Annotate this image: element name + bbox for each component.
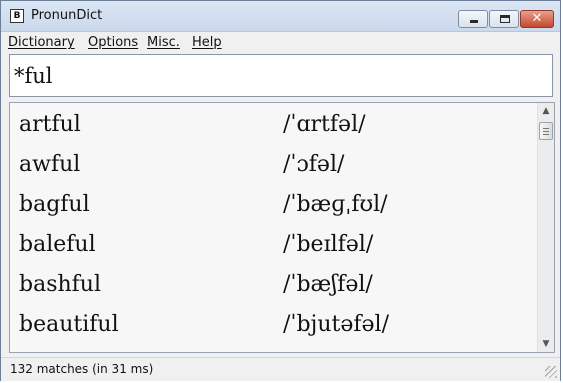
list-item[interactable]: awful /ˈɔfəl/ bbox=[10, 147, 536, 187]
menu-misc[interactable]: Misc. bbox=[147, 35, 180, 50]
scrollbar-thumb[interactable] bbox=[539, 122, 553, 140]
app-icon[interactable]: B bbox=[10, 9, 24, 23]
grip-line bbox=[543, 131, 549, 132]
pronunciation-text: /ˈbeɪlfəl/ bbox=[283, 232, 374, 257]
pronunciation-text: /ˈɑrtfəl/ bbox=[283, 112, 366, 137]
close-button[interactable]: ✕ bbox=[520, 10, 554, 28]
status-text: 132 matches (in 31 ms) bbox=[10, 362, 154, 376]
menu-bar: Dictionary Options Misc. Help bbox=[1, 32, 560, 52]
grip-line bbox=[543, 134, 549, 135]
resize-grip-icon[interactable] bbox=[545, 366, 557, 378]
word-text: bagful bbox=[19, 192, 90, 217]
pronunciation-text: /ˈbjutəfəl/ bbox=[283, 312, 390, 337]
maximize-icon bbox=[500, 15, 510, 23]
word-text: bashful bbox=[19, 272, 102, 297]
word-text: awful bbox=[19, 152, 81, 177]
close-icon: ✕ bbox=[531, 11, 543, 26]
main-window: B PronunDict ✕ Dictionary Options Misc. … bbox=[0, 0, 561, 381]
list-item[interactable]: artful /ˈɑrtfəl/ bbox=[10, 107, 536, 147]
maximize-button[interactable] bbox=[489, 10, 519, 28]
window-title: PronunDict bbox=[31, 8, 103, 23]
word-text: beautiful bbox=[19, 312, 119, 337]
pronunciation-text: /ˈɔfəl/ bbox=[283, 152, 345, 177]
minimize-icon bbox=[470, 20, 478, 23]
search-box bbox=[9, 54, 553, 97]
grip-line bbox=[543, 128, 549, 129]
scroll-up-arrow-icon[interactable]: ▲ bbox=[538, 103, 554, 119]
title-bar[interactable]: B PronunDict ✕ bbox=[1, 1, 560, 32]
search-input[interactable] bbox=[14, 59, 548, 92]
list-item[interactable]: baleful /ˈbeɪlfəl/ bbox=[10, 227, 536, 267]
pronunciation-text: /ˈbæʃfəl/ bbox=[283, 272, 373, 297]
status-bar: 132 matches (in 31 ms) bbox=[1, 357, 560, 381]
vertical-scrollbar[interactable]: ▲ ▼ bbox=[537, 103, 554, 352]
menu-options[interactable]: Options bbox=[88, 35, 138, 50]
list-item[interactable]: bagful /ˈbæɡˌfʊl/ bbox=[10, 187, 536, 227]
menu-help[interactable]: Help bbox=[192, 35, 222, 50]
minimize-button[interactable] bbox=[458, 10, 488, 28]
menu-dictionary[interactable]: Dictionary bbox=[8, 35, 75, 50]
list-item[interactable]: beautiful /ˈbjutəfəl/ bbox=[10, 307, 536, 347]
results-list[interactable]: artful /ˈɑrtfəl/ awful /ˈɔfəl/ bagful /ˈ… bbox=[9, 102, 555, 353]
list-item[interactable]: bashful /ˈbæʃfəl/ bbox=[10, 267, 536, 307]
pronunciation-text: /ˈbæɡˌfʊl/ bbox=[283, 192, 388, 217]
word-text: baleful bbox=[19, 232, 96, 257]
word-text: artful bbox=[19, 112, 81, 137]
scroll-down-arrow-icon[interactable]: ▼ bbox=[538, 336, 554, 352]
